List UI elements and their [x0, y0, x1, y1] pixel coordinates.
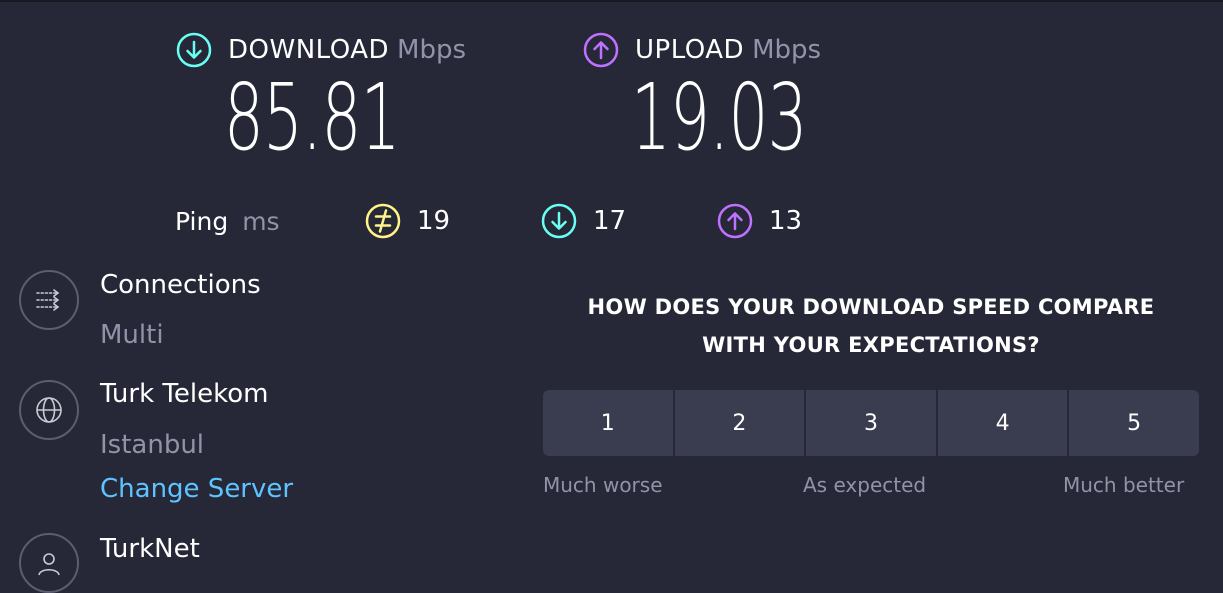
connections-icon-wrap: [19, 270, 79, 330]
scale-high-label: Much better: [1063, 473, 1185, 497]
upload-unit: Mbps: [752, 35, 822, 65]
rating-option-5[interactable]: 5: [1069, 390, 1199, 456]
ping-download: 17: [541, 203, 626, 239]
server-location: Istanbul: [100, 430, 205, 460]
server-name: Turk Telekom: [100, 379, 269, 409]
ping-upload-icon: [717, 203, 753, 239]
scale-mid-label: As expected: [803, 473, 927, 497]
ping-idle-value: 19: [417, 206, 451, 236]
download-arrow-icon: [176, 32, 212, 68]
rating-option-1[interactable]: 1: [543, 390, 675, 456]
rating-option-2[interactable]: 2: [674, 390, 807, 456]
upload-speed-value: 19.03: [631, 64, 807, 171]
change-server-link[interactable]: Change Server: [100, 474, 293, 504]
download-speed-value: 85.81: [224, 64, 400, 171]
connections-value: Multi: [100, 320, 164, 350]
rating-option-4[interactable]: 4: [937, 390, 1070, 456]
ping-idle: 19: [365, 203, 450, 239]
connections-icon: [36, 289, 60, 311]
provider-icon-wrap: [19, 533, 79, 593]
globe-icon: [36, 397, 62, 423]
ping-download-icon: [541, 203, 577, 239]
upload-arrow-icon: [583, 32, 619, 68]
ping-label-group: Ping ms: [175, 203, 280, 239]
survey-question-line-2: WITH YOUR EXPECTATIONS?: [702, 333, 1040, 357]
survey-question-line-1: HOW DOES YOUR DOWNLOAD SPEED COMPARE: [587, 295, 1155, 319]
download-label: DOWNLOAD: [228, 35, 390, 65]
provider-name: TurkNet: [100, 534, 200, 564]
ping-download-value: 17: [593, 206, 627, 236]
server-icon-wrap: [19, 380, 79, 440]
download-unit: Mbps: [397, 35, 467, 65]
ping-idle-icon: [365, 203, 401, 239]
top-border: [0, 0, 1223, 2]
scale-low-label: Much worse: [543, 473, 663, 497]
connections-title: Connections: [100, 270, 261, 300]
rating-option-3[interactable]: 3: [806, 390, 938, 456]
rating-scale: 1 2 3 4 5: [543, 390, 1199, 456]
ping-label: Ping: [175, 206, 229, 236]
ping-unit: ms: [242, 206, 280, 236]
ping-upload-value: 13: [769, 206, 803, 236]
upload-label: UPLOAD: [635, 35, 745, 65]
ping-upload: 13: [717, 203, 802, 239]
user-icon: [38, 553, 60, 576]
survey-question: HOW DOES YOUR DOWNLOAD SPEED COMPARE WIT…: [543, 288, 1199, 364]
